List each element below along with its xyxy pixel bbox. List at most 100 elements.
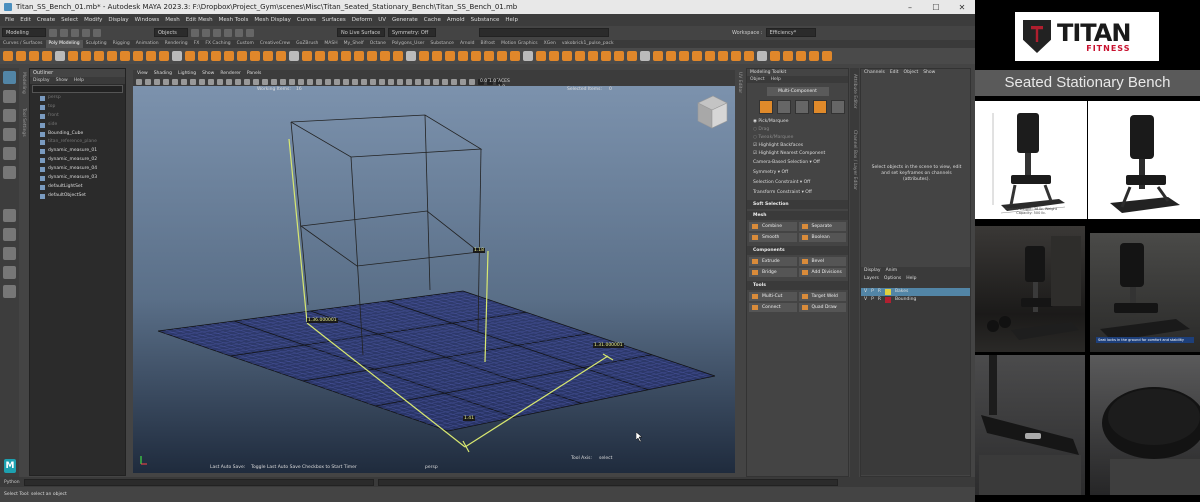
select-object-icon[interactable] — [202, 28, 210, 37]
shelf-tool-icon[interactable] — [536, 51, 546, 61]
shelf-tool-icon[interactable] — [198, 51, 208, 61]
shelf-tool-icon[interactable] — [68, 51, 78, 61]
snap-curve-icon[interactable] — [235, 28, 243, 37]
tab-arnold[interactable]: Arnold — [457, 40, 478, 48]
shelf-tool-icon[interactable] — [666, 51, 676, 61]
tab-custom[interactable]: Custom — [234, 40, 257, 48]
paint-select-tool-icon[interactable] — [3, 109, 16, 122]
shelf-tool-icon[interactable] — [276, 51, 286, 61]
shelf-tool-icon[interactable] — [627, 51, 637, 61]
playback-toggle[interactable]: P — [871, 296, 874, 304]
shelf-tool-icon[interactable] — [731, 51, 741, 61]
viewport-tool-icon[interactable] — [460, 78, 466, 85]
menu-create[interactable]: Create — [34, 17, 58, 23]
lasso-tool-icon[interactable] — [3, 90, 16, 103]
vertex-mode-icon[interactable] — [777, 100, 791, 114]
viewport-menu-show[interactable]: Show — [202, 70, 214, 77]
viewport-tool-icon[interactable] — [271, 78, 277, 85]
viewport-tool-icon[interactable] — [298, 78, 304, 85]
save-scene-icon[interactable] — [71, 28, 79, 37]
outliner-item[interactable]: dynamic_measure_01 — [30, 147, 125, 156]
shelf-tool-icon[interactable] — [328, 51, 338, 61]
outliner-layout-icon[interactable] — [3, 266, 16, 279]
viewport-tool-icon[interactable] — [469, 78, 475, 85]
shelf-tool-icon[interactable] — [809, 51, 819, 61]
shelf-tool-icon[interactable] — [42, 51, 52, 61]
menu-generate[interactable]: Generate — [389, 17, 421, 23]
shelf-tool-icon[interactable] — [705, 51, 715, 61]
menu-cache[interactable]: Cache — [421, 17, 444, 23]
target-weld-button[interactable]: Target Weld — [798, 292, 846, 301]
shelf-tool-icon[interactable] — [94, 51, 104, 61]
components-section[interactable]: Components — [747, 246, 848, 255]
move-tool-icon[interactable] — [3, 128, 16, 141]
outliner-item[interactable]: dynamic_measure_04 — [30, 165, 125, 174]
quad-draw-button[interactable]: Quad Draw — [798, 303, 846, 312]
attribute-editor-tab[interactable]: Attribute Editor — [852, 74, 857, 109]
outliner-menu-display[interactable]: Display — [33, 77, 50, 84]
menu-substance[interactable]: Substance — [468, 17, 503, 23]
shelf-tool-icon[interactable] — [107, 51, 117, 61]
menu-modify[interactable]: Modify — [81, 17, 105, 23]
boolean-button[interactable]: Boolean — [798, 233, 846, 242]
menu-surfaces[interactable]: Surfaces — [319, 17, 349, 23]
outliner-item[interactable]: defaultObjectSet — [30, 192, 125, 201]
tab-octane[interactable]: Octane — [367, 40, 389, 48]
viewport-tool-icon[interactable] — [397, 78, 403, 85]
shelf-tool-icon[interactable] — [133, 51, 143, 61]
shelf-tool-icon[interactable] — [770, 51, 780, 61]
modelling-tab[interactable]: Modelling — [21, 72, 26, 94]
channel-menu-channels[interactable]: Channels — [864, 69, 885, 77]
layer-menu-layers[interactable]: Layers — [864, 275, 879, 283]
menu-mesh-display[interactable]: Mesh Display — [251, 17, 294, 23]
shelf-tool-icon[interactable] — [354, 51, 364, 61]
tab-animation[interactable]: Animation — [133, 40, 162, 48]
viewport-tool-icon[interactable] — [433, 78, 439, 85]
reference-toggle[interactable]: R — [878, 296, 881, 304]
command-language-label[interactable]: Python — [4, 480, 20, 485]
viewport-tool-icon[interactable] — [199, 78, 205, 85]
tab-poly-modeling[interactable]: Poly Modeling — [45, 40, 83, 48]
live-surface-dropdown[interactable]: No Live Surface — [337, 28, 385, 37]
scale-tool-icon[interactable] — [3, 166, 16, 179]
tab-motion-graphics[interactable]: Motion Graphics — [498, 40, 541, 48]
shelf-tool-icon[interactable] — [211, 51, 221, 61]
input-field[interactable] — [479, 28, 609, 37]
tab-vakobrick1-pulse-pack[interactable]: vakobrick1_pulse_pack — [559, 40, 617, 48]
tools-section[interactable]: Tools — [747, 281, 848, 290]
shelf-tool-icon[interactable] — [315, 51, 325, 61]
viewport-tool-icon[interactable] — [361, 78, 367, 85]
menu-file[interactable]: File — [2, 17, 17, 23]
shelf-tool-icon[interactable] — [250, 51, 260, 61]
option-tweak-marquee[interactable]: ○ Tweak/Marquee — [747, 134, 848, 142]
tab-bifrost[interactable]: Bifrost — [478, 40, 499, 48]
viewport-tool-icon[interactable] — [172, 78, 178, 85]
menu-windows[interactable]: Windows — [132, 17, 163, 23]
outliner-item[interactable]: persp — [30, 94, 125, 103]
uv-mode-icon[interactable] — [831, 100, 845, 114]
outliner-search-input[interactable] — [32, 85, 123, 93]
tool-settings-tab[interactable]: Tool Settings — [21, 108, 26, 137]
two-view-icon[interactable] — [3, 247, 16, 260]
viewport-tool-icon[interactable] — [217, 78, 223, 85]
viewport-tool-icon[interactable] — [379, 78, 385, 85]
shelf-tool-icon[interactable] — [380, 51, 390, 61]
combine-button[interactable]: Combine — [749, 222, 797, 231]
tab-fx[interactable]: FX — [191, 40, 203, 48]
toolkit-menu-help[interactable]: Help — [771, 76, 781, 83]
shelf-tool-icon[interactable] — [692, 51, 702, 61]
shelf-tool-icon[interactable] — [432, 51, 442, 61]
channel-menu-edit[interactable]: Edit — [890, 69, 899, 77]
selection-constraint-dropdown[interactable]: Selection Constraint ▾ Off — [747, 178, 848, 188]
channel-box-tab[interactable]: Channel Box / Layer Editor — [852, 130, 857, 190]
tab-xgen[interactable]: XGen — [541, 40, 559, 48]
uv-editor-tab[interactable]: UV Editor — [737, 72, 742, 93]
multi-component-button[interactable]: Multi-Component — [766, 87, 829, 96]
menu-select[interactable]: Select — [58, 17, 81, 23]
viewport-tool-icon[interactable] — [415, 78, 421, 85]
select-component-icon[interactable] — [213, 28, 221, 37]
tab-rigging[interactable]: Rigging — [110, 40, 133, 48]
shelf-tool-icon[interactable] — [458, 51, 468, 61]
viewport-tool-icon[interactable] — [154, 78, 160, 85]
channel-menu-show[interactable]: Show — [923, 69, 935, 77]
